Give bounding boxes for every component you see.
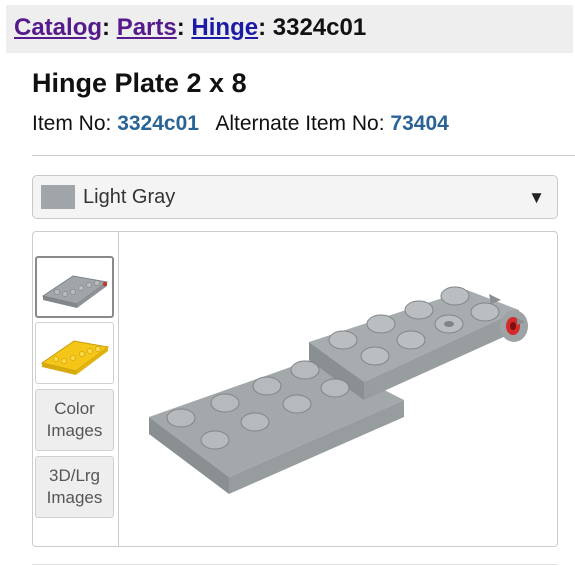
thumbnail-column: Color Images 3D/Lrg Images — [33, 232, 119, 546]
breadcrumb-separator: : — [102, 14, 111, 41]
item-no-value: 3324c01 — [117, 112, 199, 135]
color-select[interactable]: Light Gray ▼ — [32, 175, 558, 219]
divider — [32, 155, 575, 156]
3d-large-images-label: 3D/Lrg Images — [46, 466, 103, 507]
main-part-image — [119, 232, 557, 546]
item-no-label: Item No: — [32, 112, 112, 135]
gray-hinge-plate-thumb-icon — [41, 275, 109, 308]
yellow-hinge-plate-thumb-icon — [40, 340, 110, 375]
breadcrumb-separator: : — [176, 14, 185, 41]
breadcrumb-link-hinge[interactable]: Hinge — [191, 14, 258, 41]
alt-item-no-label: Alternate Item No: — [215, 112, 385, 135]
image-panel: Color Images 3D/Lrg Images — [32, 231, 558, 547]
breadcrumb-current: 3324c01 — [272, 14, 367, 41]
thumbnail-yellow-part[interactable] — [35, 322, 114, 384]
hinge-plate-image-icon — [149, 286, 528, 494]
chevron-down-icon: ▼ — [528, 188, 545, 207]
item-numbers: Item No: 3324c01 Alternate Item No: 7340… — [32, 112, 449, 136]
color-swatch — [41, 185, 75, 209]
page-title: Hinge Plate 2 x 8 — [32, 68, 247, 98]
3d-large-images-button[interactable]: 3D/Lrg Images — [35, 456, 114, 518]
thumbnail-gray-part[interactable] — [35, 256, 114, 318]
color-images-button[interactable]: Color Images — [35, 389, 114, 451]
breadcrumb-link-catalog[interactable]: Catalog — [14, 14, 102, 41]
divider — [32, 564, 558, 565]
color-select-value: Light Gray — [83, 186, 176, 208]
color-images-label: Color Images — [46, 399, 103, 440]
alt-item-no-value[interactable]: 73404 — [390, 112, 448, 135]
breadcrumb: Catalog: Parts: Hinge: 3324c01 — [6, 5, 573, 53]
breadcrumb-link-parts[interactable]: Parts — [117, 14, 177, 41]
breadcrumb-separator: : — [258, 14, 267, 41]
